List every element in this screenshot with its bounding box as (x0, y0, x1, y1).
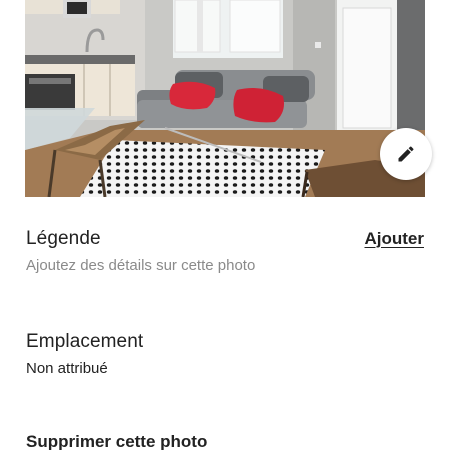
edit-photo-button[interactable] (380, 128, 432, 180)
caption-placeholder: Ajoutez des détails sur cette photo (26, 257, 256, 274)
location-title: Emplacement (26, 331, 144, 352)
caption-title: Légende (26, 228, 101, 249)
photo-edit-screen: Légende Ajouter Ajoutez des détails sur … (0, 0, 450, 450)
listing-photo-image (25, 0, 425, 197)
delete-photo-link[interactable]: Supprimer cette photo (26, 432, 207, 450)
listing-photo[interactable] (25, 0, 425, 197)
location-value: Non attribué (26, 360, 108, 377)
add-caption-link[interactable]: Ajouter (365, 229, 425, 249)
pencil-icon (398, 146, 414, 162)
